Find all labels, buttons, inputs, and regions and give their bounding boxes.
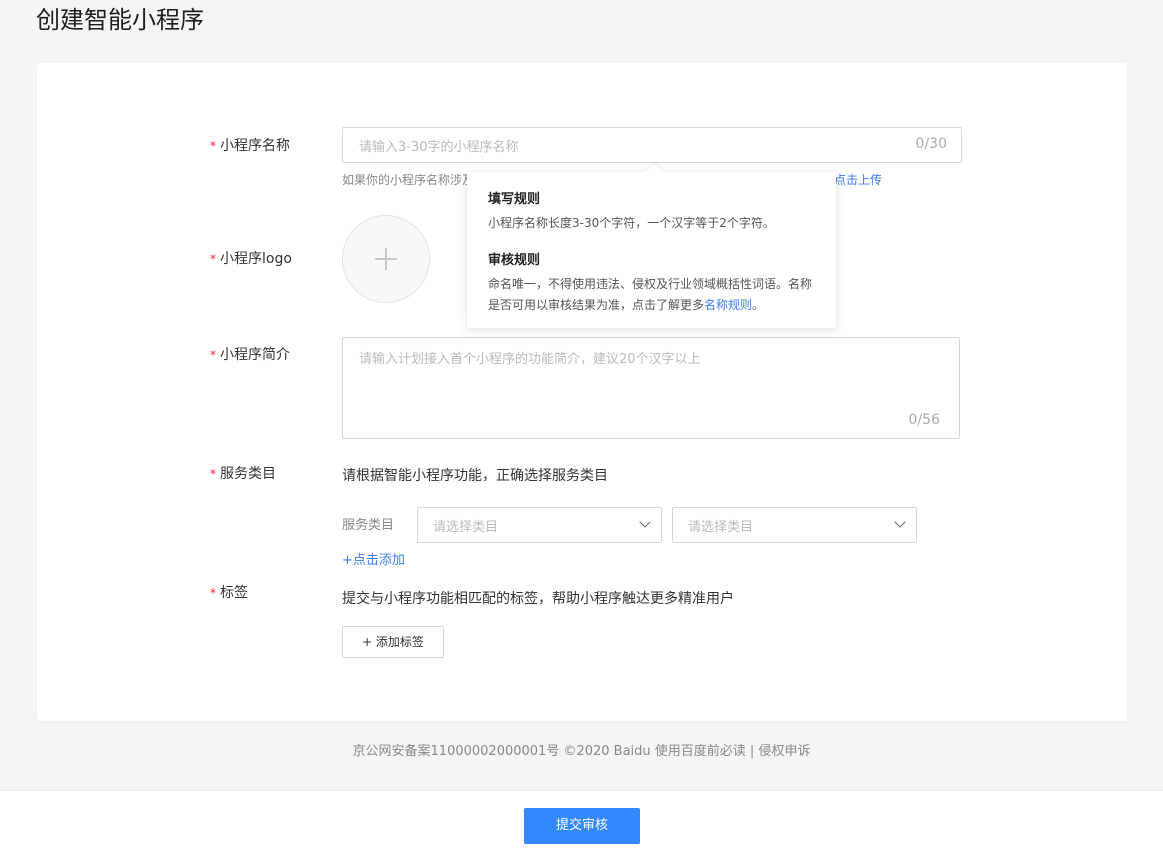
intro-label: * 小程序简介 (210, 345, 290, 365)
plus-icon-vertical (385, 248, 387, 270)
category-label: * 服务类目 (210, 464, 276, 484)
select-placeholder: 请选择类目 (688, 520, 754, 535)
upload-link[interactable]: 点击上传 (834, 171, 882, 188)
tags-description: 提交与小程序功能相匹配的标签，帮助小程序触达更多精准用户 (342, 591, 734, 607)
name-rules-popover: 填写规则 小程序名称长度3-30个字符，一个汉字等于2个字符。 审核规则 命名唯… (467, 163, 836, 328)
category-description: 请根据智能小程序功能，正确选择服务类目 (342, 468, 608, 484)
intro-placeholder: 请输入计划接入首个小程序的功能简介，建议20个汉字以上 (359, 352, 701, 367)
category-row-label: 服务类目 (342, 518, 395, 533)
intro-counter: 0/56 (908, 412, 940, 428)
required-mark: * (210, 467, 216, 481)
name-label-text: 小程序名称 (220, 138, 290, 154)
name-input-placeholder: 请输入3-30字的小程序名称 (359, 140, 519, 155)
popover-review-text-end: 。 (752, 298, 765, 312)
add-category-link[interactable]: +点击添加 (342, 549, 405, 568)
chevron-down-icon (894, 516, 906, 528)
form-card: * 小程序名称 请输入3-30字的小程序名称 0/30 如果你的小程序名称涉及 点… (37, 63, 1127, 721)
required-mark: * (210, 252, 216, 266)
required-mark: * (210, 586, 216, 600)
logo-upload-button[interactable] (342, 215, 430, 303)
chevron-down-icon (639, 516, 651, 528)
required-mark: * (210, 348, 216, 362)
logo-label-text: 小程序logo (220, 251, 292, 267)
popover-review-rules-title: 审核规则 (488, 253, 541, 268)
category-label-text: 服务类目 (220, 466, 276, 482)
tags-label-text: 标签 (220, 585, 248, 601)
select-placeholder: 请选择类目 (433, 520, 499, 535)
name-rules-link[interactable]: 名称规则 (704, 298, 752, 312)
footer-links: 京公网安备案11000002000001号 ©2020 Baidu 使用百度前必… (352, 744, 811, 759)
name-counter: 0/30 (915, 136, 947, 152)
popover-fill-rules-text: 小程序名称长度3-30个字符，一个汉字等于2个字符。 (488, 216, 775, 230)
name-label: * 小程序名称 (210, 136, 290, 156)
category-select-secondary[interactable]: 请选择类目 (672, 507, 917, 543)
page-title: 创建智能小程序 (36, 6, 204, 34)
bottom-action-bar: 提交审核 (0, 790, 1163, 854)
add-tag-button[interactable]: + 添加标签 (342, 626, 444, 658)
intro-textarea[interactable]: 请输入计划接入首个小程序的功能简介，建议20个汉字以上 0/56 (342, 337, 960, 439)
submit-review-button[interactable]: 提交审核 (524, 808, 640, 844)
name-hint: 如果你的小程序名称涉及 (342, 173, 475, 187)
popover-fill-rules-title: 填写规则 (488, 192, 541, 207)
popover-review-rules-text: 命名唯一，不得使用违法、侵权及行业领域概括性词语。名称是否可用以审核结果为准，点… (488, 274, 818, 316)
logo-label: * 小程序logo (210, 249, 292, 269)
name-input[interactable]: 请输入3-30字的小程序名称 0/30 (342, 127, 962, 163)
intro-label-text: 小程序简介 (220, 347, 290, 363)
required-mark: * (210, 139, 216, 153)
tags-label: * 标签 (210, 583, 248, 603)
category-select-primary[interactable]: 请选择类目 (417, 507, 662, 543)
